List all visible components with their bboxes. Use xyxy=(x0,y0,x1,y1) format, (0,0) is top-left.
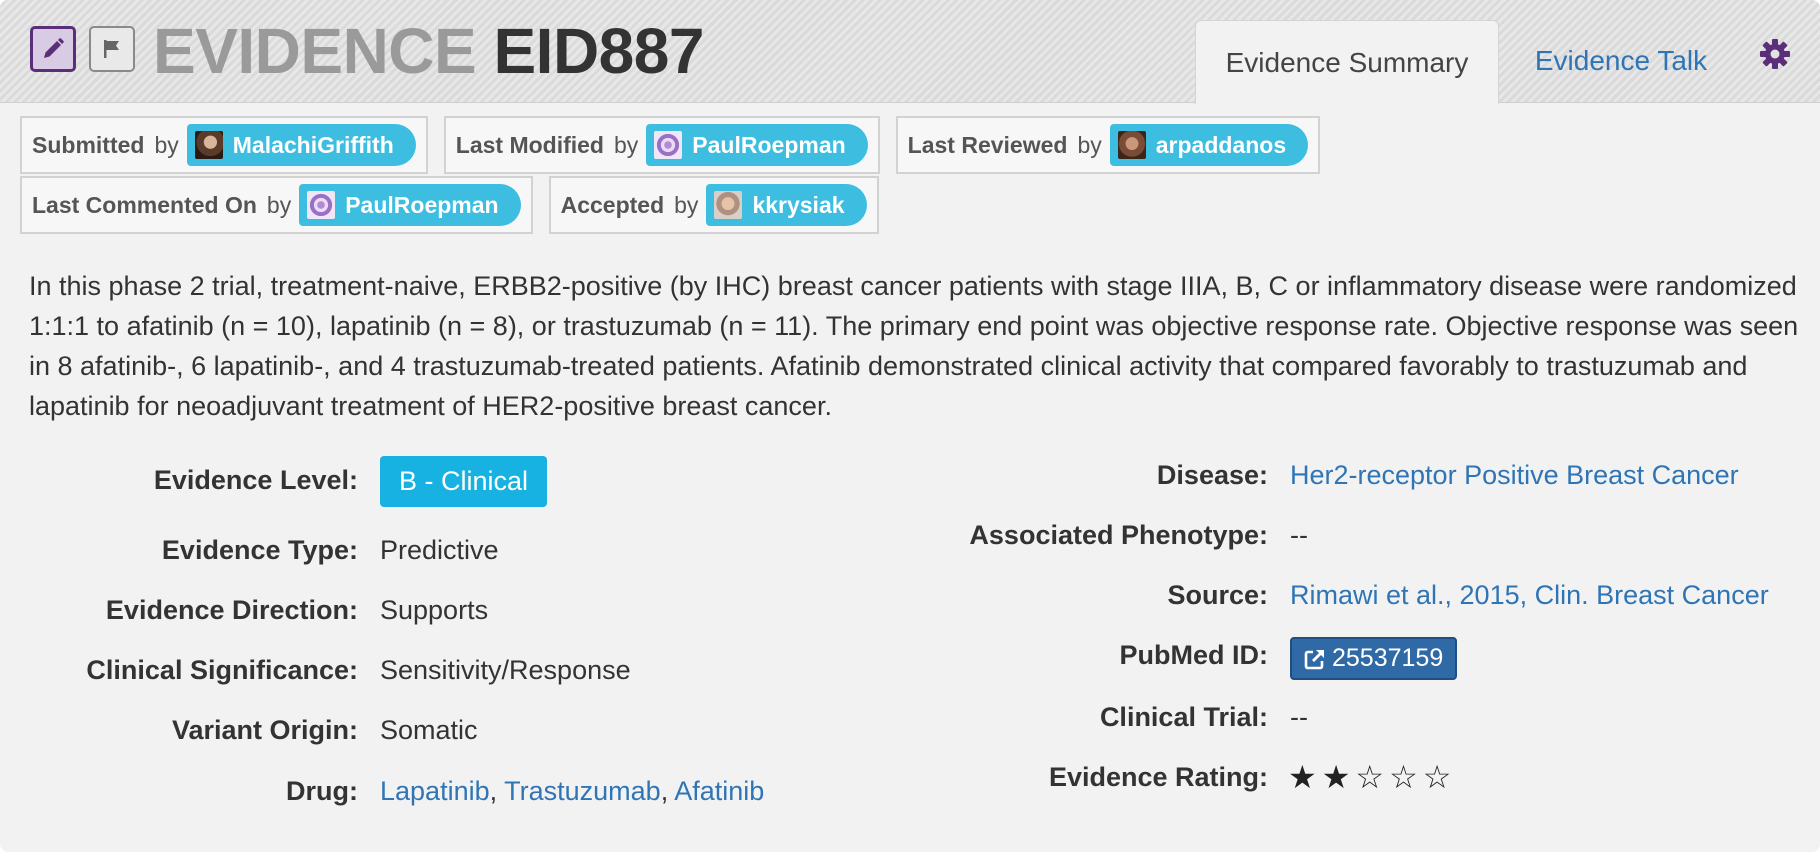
evidence-header: EVIDENCE EID887 Evidence Summary Evidenc… xyxy=(0,0,1820,104)
pencil-icon xyxy=(44,38,64,58)
last-commented-by: Last Commented On by PaulRoepman xyxy=(20,176,533,234)
evidence-rating-stars: ★★☆☆☆ xyxy=(1288,758,1457,796)
last-modified-by: Last Modified by PaulRoepman xyxy=(443,116,880,174)
drug-link-lapatinib[interactable]: Lapatinib xyxy=(380,776,490,806)
by-label: by xyxy=(154,131,179,158)
associated-phenotype-value: -- xyxy=(1290,520,1308,550)
drug-link-trastuzumab[interactable]: Trastuzumab xyxy=(504,776,661,806)
drug-separator: , xyxy=(489,776,498,806)
evidence-panel: EVIDENCE EID887 Evidence Summary Evidenc… xyxy=(0,0,1820,852)
clinical-trial-value: -- xyxy=(1290,702,1308,732)
accepted-label: Accepted xyxy=(560,191,665,218)
submitted-label: Submitted xyxy=(32,131,145,158)
submitted-by: Submitted by MalachiGriffith xyxy=(20,116,428,174)
source-label: Source: xyxy=(1167,580,1268,610)
clinical-trial-label: Clinical Trial: xyxy=(1099,702,1268,732)
evidence-type-label: Evidence Type: xyxy=(161,535,358,565)
drug-link-afatinib[interactable]: Afatinib xyxy=(674,776,764,806)
username: PaulRoepman xyxy=(692,131,846,158)
avatar xyxy=(1117,131,1146,159)
drug-list: Lapatinib, Trastuzumab, Afatinib xyxy=(380,776,764,807)
user-link-submitter[interactable]: MalachiGriffith xyxy=(186,124,416,166)
by-label: by xyxy=(614,131,639,158)
tab-evidence-summary[interactable]: Evidence Summary xyxy=(1195,20,1499,104)
avatar xyxy=(194,131,223,159)
username: arpaddanos xyxy=(1155,131,1287,158)
flag-button[interactable] xyxy=(89,26,135,72)
attribution-row-1: Submitted by MalachiGriffith Last Modifi… xyxy=(20,116,1321,174)
attribution-row-2: Last Commented On by PaulRoepman Accepte… xyxy=(20,176,879,234)
source-link[interactable]: Rimawi et al., 2015, Clin. Breast Cancer xyxy=(1290,580,1769,611)
username: MalachiGriffith xyxy=(232,131,394,158)
last-reviewed-by: Last Reviewed by arpaddanos xyxy=(895,116,1321,174)
drug-separator: , xyxy=(660,776,669,806)
avatar xyxy=(714,191,743,219)
last-commented-label: Last Commented On xyxy=(32,191,257,218)
variant-origin-label: Variant Origin: xyxy=(171,715,358,745)
evidence-level-badge[interactable]: B - Clinical xyxy=(380,456,548,507)
disease-link[interactable]: Her2-receptor Positive Breast Cancer xyxy=(1290,460,1739,491)
avatar xyxy=(307,191,336,219)
title-prefix: EVIDENCE xyxy=(153,15,477,87)
evidence-rating-label: Evidence Rating: xyxy=(1048,762,1268,792)
user-link-acceptor[interactable]: kkrysiak xyxy=(706,184,867,226)
gear-icon[interactable] xyxy=(1759,38,1791,70)
user-link-last-commenter[interactable]: PaulRoepman xyxy=(299,184,521,226)
pubmed-id-label: PubMed ID: xyxy=(1119,640,1269,670)
edit-button[interactable] xyxy=(30,26,76,72)
evidence-type-value: Predictive xyxy=(380,535,499,565)
avatar xyxy=(654,131,683,159)
flag-icon xyxy=(104,40,119,58)
external-link-icon xyxy=(1304,649,1324,669)
accepted-by: Accepted by kkrysiak xyxy=(548,176,879,234)
user-link-last-modifier[interactable]: PaulRoepman xyxy=(646,124,868,166)
evidence-direction-value: Supports xyxy=(380,595,489,625)
by-label: by xyxy=(1077,131,1102,158)
pubmed-id-value: 25537159 xyxy=(1332,644,1444,672)
by-label: by xyxy=(266,191,292,218)
username: kkrysiak xyxy=(752,191,845,218)
user-link-reviewer[interactable]: arpaddanos xyxy=(1109,124,1309,166)
last-reviewed-label: Last Reviewed xyxy=(907,131,1068,158)
page-title: EVIDENCE EID887 xyxy=(153,14,704,88)
clinical-significance-label: Clinical Significance: xyxy=(86,655,358,685)
associated-phenotype-label: Associated Phenotype: xyxy=(969,520,1268,550)
username: PaulRoepman xyxy=(345,191,499,218)
evidence-id: EID887 xyxy=(493,15,704,87)
tab-evidence-talk[interactable]: Evidence Talk xyxy=(1510,20,1732,102)
evidence-description: In this phase 2 trial, treatment-naive, … xyxy=(29,271,1799,421)
by-label: by xyxy=(674,191,699,218)
clinical-significance-value: Sensitivity/Response xyxy=(380,655,631,685)
drug-label: Drug: xyxy=(286,776,358,806)
variant-origin-value: Somatic xyxy=(380,715,478,745)
last-modified-label: Last Modified xyxy=(455,131,604,158)
pubmed-link-button[interactable]: 25537159 xyxy=(1290,637,1458,680)
evidence-direction-label: Evidence Direction: xyxy=(105,595,358,625)
evidence-level-label: Evidence Level: xyxy=(153,465,358,495)
disease-label: Disease: xyxy=(1156,460,1268,490)
